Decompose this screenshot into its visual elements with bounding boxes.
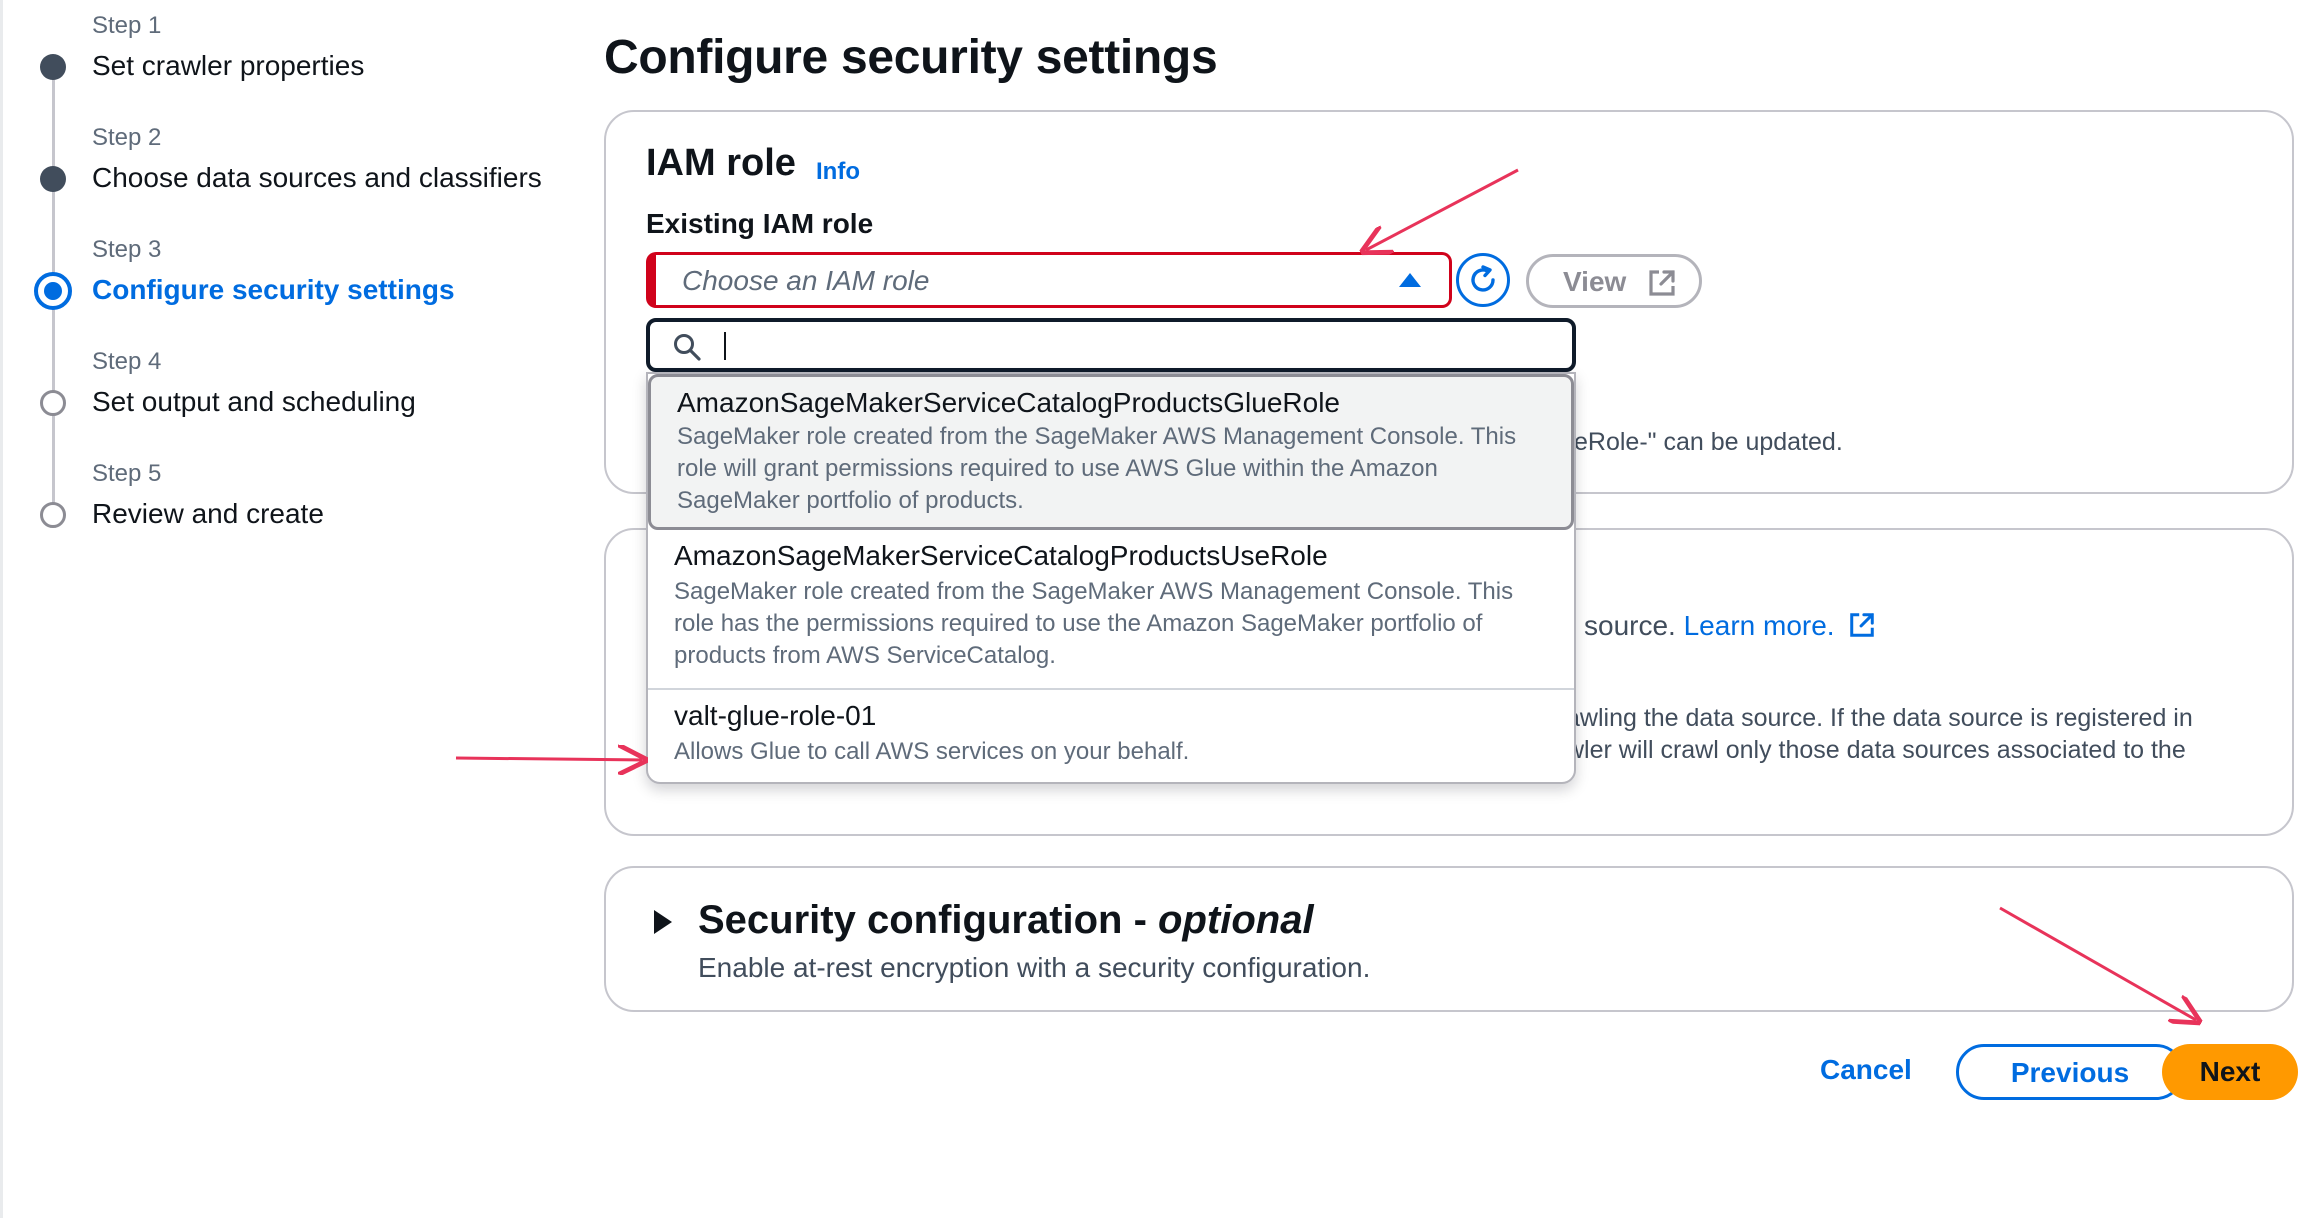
option-glue-role[interactable]: AmazonSageMakerServiceCatalogProductsGlu… bbox=[648, 374, 1574, 530]
step-2-complete-icon bbox=[40, 166, 66, 192]
iam-role-select[interactable]: Choose an IAM role bbox=[646, 252, 1452, 308]
iam-role-options-list: AmazonSageMakerServiceCatalogProductsGlu… bbox=[646, 372, 1576, 784]
previous-button[interactable]: Previous bbox=[1956, 1044, 2184, 1100]
step-1-caption: Step 1 bbox=[92, 12, 162, 39]
security-configuration-panel[interactable]: Security configuration - optional Enable… bbox=[604, 866, 2294, 1012]
view-button[interactable]: View bbox=[1526, 254, 1702, 308]
security-configuration-heading: Security configuration - optional bbox=[698, 898, 1314, 943]
info-link[interactable]: Info bbox=[816, 158, 860, 186]
refresh-icon bbox=[1471, 265, 1495, 292]
step-2-title[interactable]: Choose data sources and classifiers bbox=[92, 162, 542, 194]
option-title: AmazonSageMakerServiceCatalogProductsUse… bbox=[674, 540, 1328, 571]
option-title: valt-glue-role-01 bbox=[674, 700, 877, 731]
option-description-line: products from AWS ServiceCatalog. bbox=[674, 642, 1056, 669]
step-4-title: Set output and scheduling bbox=[92, 386, 416, 417]
existing-iam-role-label: Existing IAM role bbox=[646, 208, 874, 239]
step-5-pending-icon bbox=[40, 502, 66, 528]
option-description-line: role has the permissions required to use… bbox=[674, 610, 1483, 637]
step-4-pending-icon bbox=[40, 390, 66, 416]
window-edge bbox=[0, 0, 3, 1218]
step-5-title: Review and create bbox=[92, 498, 324, 529]
step-3-current-icon bbox=[34, 272, 72, 310]
page-title: Configure security settings bbox=[604, 31, 1218, 84]
learn-more-link[interactable]: Learn more. bbox=[1684, 610, 1835, 641]
option-description-line: role will grant permissions required to … bbox=[677, 455, 1438, 482]
option-description-line: SageMaker role created from the SageMake… bbox=[677, 423, 1517, 450]
step-3-caption: Step 3 bbox=[92, 236, 162, 263]
option-description-line: SageMaker role created from the SageMake… bbox=[674, 578, 1514, 605]
cancel-button[interactable]: Cancel bbox=[1820, 1054, 1912, 1086]
step-1-complete-icon bbox=[40, 54, 66, 80]
expand-caret-icon bbox=[654, 910, 672, 934]
option-description-line: Allows Glue to call AWS services on your… bbox=[674, 738, 1190, 765]
iam-role-heading: IAM role bbox=[646, 142, 796, 184]
step-5-caption: Step 5 bbox=[92, 460, 162, 487]
security-title-text: Security configuration - bbox=[698, 898, 1159, 942]
select-placeholder: Choose an IAM role bbox=[682, 265, 930, 296]
caret-up-icon bbox=[1399, 273, 1421, 287]
external-link-icon bbox=[1649, 270, 1675, 296]
next-label: Next bbox=[2199, 1056, 2261, 1087]
step-1-title[interactable]: Set crawler properties bbox=[92, 50, 364, 82]
lake-description-fragment: source. Learn more. bbox=[1584, 610, 1876, 642]
step-4-caption: Step 4 bbox=[92, 348, 162, 375]
lake-description-line-3: wler will crawl only those data sources … bbox=[1566, 736, 2186, 764]
option-use-role[interactable]: AmazonSageMakerServiceCatalogProductsUse… bbox=[648, 532, 1574, 688]
next-button[interactable]: Next bbox=[2162, 1044, 2298, 1100]
lake-description-line-2: awling the data source. If the data sour… bbox=[1566, 704, 2193, 732]
search-icon bbox=[674, 334, 701, 361]
previous-label: Previous bbox=[2010, 1057, 2130, 1088]
step-3-title: Configure security settings bbox=[92, 274, 455, 305]
option-title: AmazonSageMakerServiceCatalogProductsGlu… bbox=[677, 387, 1341, 418]
external-link-icon bbox=[1850, 613, 1875, 637]
lake-description-text: source. bbox=[1584, 610, 1676, 641]
refresh-button[interactable] bbox=[1456, 253, 1510, 307]
option-description-line: SageMaker portfolio of products. bbox=[677, 487, 1024, 514]
option-valt-glue-role[interactable]: valt-glue-role-01 Allows Glue to call AW… bbox=[648, 690, 1574, 782]
view-label: View bbox=[1563, 266, 1627, 297]
step-2-caption: Step 2 bbox=[92, 124, 162, 151]
security-configuration-description: Enable at-rest encryption with a securit… bbox=[698, 952, 1371, 983]
optional-label: optional bbox=[1158, 898, 1314, 942]
iam-role-hint-text: eRole-" can be updated. bbox=[1574, 428, 1843, 456]
iam-role-search-input[interactable] bbox=[646, 318, 1576, 372]
text-cursor bbox=[724, 332, 726, 360]
